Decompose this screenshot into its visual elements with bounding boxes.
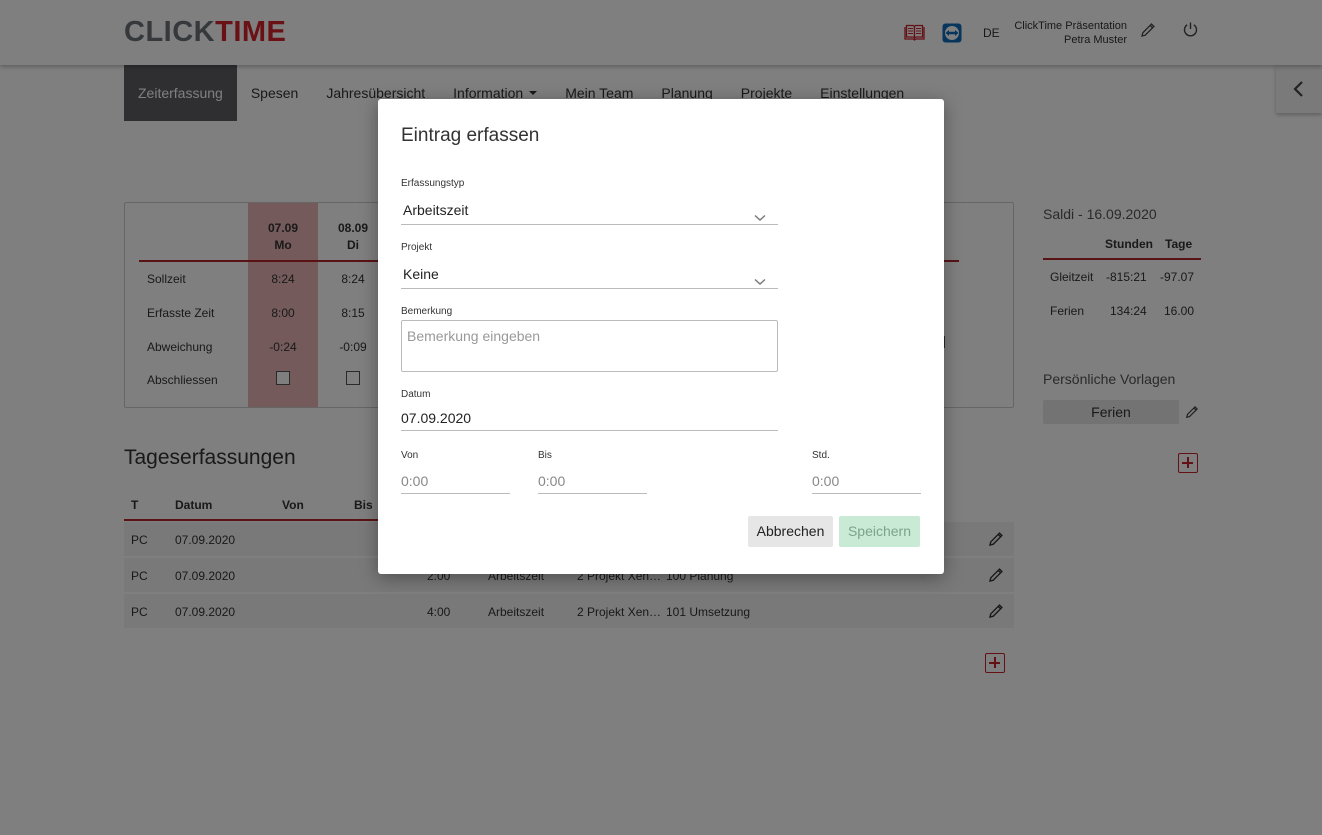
entry-dialog: Eintrag erfassen Erfassungstyp Arbeitsze… bbox=[378, 99, 944, 574]
remark-placeholder: Bemerkung eingeben bbox=[407, 328, 541, 344]
from-label: Von bbox=[401, 450, 419, 461]
project-label: Projekt bbox=[401, 242, 433, 253]
to-field[interactable]: 0:00 bbox=[538, 469, 647, 494]
hours-field[interactable]: 0:00 bbox=[812, 469, 921, 494]
to-label: Bis bbox=[538, 450, 552, 461]
project-select[interactable]: Keine bbox=[401, 261, 778, 289]
dialog-title: Eintrag erfassen bbox=[401, 125, 540, 146]
remark-label: Bemerkung bbox=[401, 306, 453, 317]
remark-textarea[interactable]: Bemerkung eingeben bbox=[401, 320, 778, 372]
type-value: Arbeitszeit bbox=[403, 202, 469, 218]
hours-label: Std. bbox=[812, 450, 830, 461]
chevron-down-icon bbox=[754, 204, 766, 230]
date-field[interactable]: 07.09.2020 bbox=[401, 406, 778, 431]
type-select[interactable]: Arbeitszeit bbox=[401, 197, 778, 225]
chevron-down-icon bbox=[754, 268, 766, 294]
from-field[interactable]: 0:00 bbox=[401, 469, 510, 494]
type-label: Erfassungstyp bbox=[401, 178, 465, 189]
project-value: Keine bbox=[403, 266, 439, 282]
date-label: Datum bbox=[401, 389, 431, 400]
cancel-button[interactable]: Abbrechen bbox=[748, 516, 833, 547]
save-button[interactable]: Speichern bbox=[839, 516, 920, 547]
